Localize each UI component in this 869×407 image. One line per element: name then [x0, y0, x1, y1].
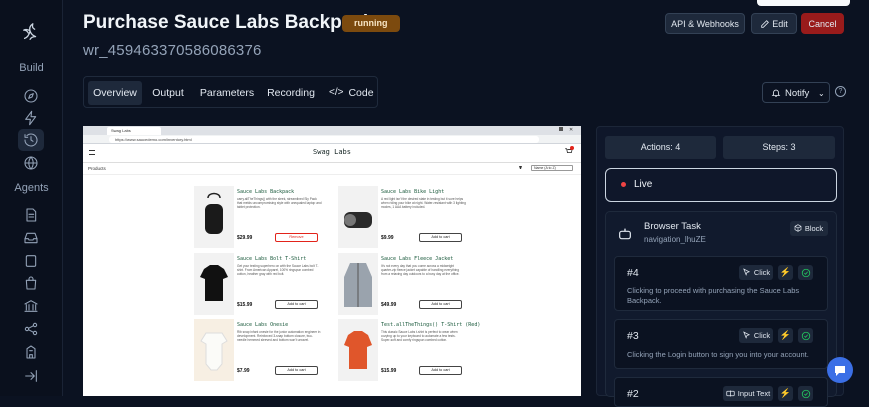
block-button[interactable]: Block	[790, 221, 828, 236]
bank-icon[interactable]	[21, 296, 41, 316]
tab-parameters[interactable]: Parameters	[196, 81, 258, 105]
building-icon[interactable]	[21, 342, 41, 362]
product-card: Sauce Labs Bike Light A red light isn't …	[338, 186, 468, 248]
agents-label: Agents	[14, 182, 49, 194]
product-card: Sauce Labs Bolt T-Shirt Get your testing…	[194, 253, 324, 315]
sidebar: Build Agents	[0, 0, 63, 396]
product-card: Sauce Labs Backpack carry.allTheThings()…	[194, 186, 324, 248]
top-partial-button[interactable]	[757, 0, 850, 6]
actions-count: Actions: 4	[605, 136, 716, 159]
bolt-icon: ⚡	[778, 386, 793, 401]
robot-icon	[617, 226, 633, 242]
fleece-jacket-image	[338, 253, 378, 315]
action-type-badge: Click	[739, 328, 773, 343]
cart-icon	[565, 146, 574, 155]
browser-tab-title: Swag Labs	[111, 128, 131, 133]
action-item[interactable]: #4 Click ⚡ Clicking to proceed with purc…	[614, 256, 828, 311]
bolt-icon: ⚡	[778, 265, 793, 280]
action-type-badge: Click	[739, 265, 773, 280]
api-webhooks-button[interactable]: API & Webhooks	[665, 13, 745, 34]
inbox-icon[interactable]	[21, 228, 41, 248]
block-label: Block	[804, 224, 824, 233]
cursor-icon	[742, 268, 751, 277]
notify-label: Notify	[785, 88, 810, 99]
sort-select: Name (A to Z)	[531, 165, 573, 171]
code-icon: </>	[329, 87, 344, 98]
logo-icon[interactable]	[19, 20, 43, 44]
document-icon[interactable]	[21, 205, 41, 225]
cursor-icon	[742, 331, 751, 340]
notify-dropdown[interactable]: Notify ⌄	[762, 82, 830, 103]
cube-icon	[794, 224, 802, 232]
action-item[interactable]: #2 Input Text ⚡	[614, 377, 828, 407]
bag-icon[interactable]	[21, 273, 41, 293]
timeline-panel: Actions: 4 Steps: 3 Live Browser Task na…	[596, 126, 844, 407]
tab-code-label: Code	[348, 87, 374, 99]
site-title: Swag Labs	[313, 148, 351, 156]
bolt-tshirt-image	[194, 253, 234, 315]
action-number: #3	[627, 330, 639, 342]
tab-overview[interactable]: Overview	[88, 81, 142, 105]
backpack-image	[194, 186, 234, 248]
bolt-icon: ⚡	[778, 328, 793, 343]
task-title: Browser Task	[644, 221, 701, 232]
filter-icon	[519, 166, 522, 170]
check-icon	[798, 386, 813, 401]
live-item[interactable]: Live	[605, 168, 837, 202]
collapse-icon[interactable]	[21, 366, 41, 386]
compass-icon[interactable]	[21, 86, 41, 106]
page-title: Purchase Sauce Labs Backpack	[83, 12, 374, 33]
input-text-icon	[726, 389, 735, 398]
product-card: Sauce Labs Onesie Rib snap infant onesie…	[194, 319, 324, 381]
help-icon[interactable]: ?	[835, 86, 846, 97]
chat-launcher-button[interactable]	[827, 357, 853, 383]
check-icon	[798, 328, 813, 343]
edit-label: Edit	[772, 19, 788, 29]
product-card: Test.allTheThings() T-Shirt (Red) This c…	[338, 319, 480, 381]
run-id: wr_459463370586086376	[83, 42, 262, 59]
red-tshirt-image	[338, 319, 378, 381]
browser-address-bar: https://www.saucedemo.com/inventory.html	[83, 135, 581, 144]
action-number: #2	[627, 388, 639, 400]
browser-screenshot: Swag Labs ✕ https://www.saucedemo.com/in…	[83, 126, 581, 396]
task-subtitle: navigation_lhuZE	[644, 235, 706, 244]
browser-task-block: Browser Task navigation_lhuZE Block #4 C…	[605, 211, 837, 407]
chevron-down-icon: ⌄	[818, 89, 825, 98]
square-icon[interactable]	[21, 251, 41, 271]
browser-tab-strip: Swag Labs ✕	[83, 126, 581, 135]
status-badge: running	[342, 15, 400, 32]
live-label: Live	[634, 179, 653, 190]
cancel-button[interactable]: Cancel	[801, 13, 844, 34]
edit-button[interactable]: Edit	[751, 13, 797, 34]
steps-count: Steps: 3	[723, 136, 835, 159]
share-icon[interactable]	[21, 319, 41, 339]
bell-icon	[771, 88, 781, 98]
live-dot-icon	[621, 182, 626, 187]
action-description: Clicking to proceed with purchasing the …	[627, 286, 800, 305]
product-card: Sauce Labs Fleece Jacket It's not every …	[338, 253, 468, 315]
tab-recording[interactable]: Recording	[263, 81, 319, 105]
tab-bar: Overview Output Parameters Recording </>…	[83, 76, 378, 108]
globe-icon[interactable]	[21, 153, 41, 173]
bike-light-image	[338, 186, 378, 248]
action-item[interactable]: #3 Click ⚡ Clicking the Login button to …	[614, 319, 828, 369]
tab-code[interactable]: </> Code	[324, 81, 374, 105]
products-label: Products	[88, 166, 106, 171]
browser-close-icon: ✕	[569, 127, 574, 133]
action-number: #4	[627, 267, 639, 279]
edit-icon	[760, 19, 770, 29]
action-type-badge: Input Text	[723, 386, 773, 401]
onesie-image	[194, 319, 234, 381]
action-description: Clicking the Login button to sign you in…	[627, 350, 809, 359]
history-icon[interactable]	[18, 129, 44, 151]
bolt-icon[interactable]	[21, 108, 41, 128]
tab-output[interactable]: Output	[146, 81, 190, 105]
check-icon	[798, 265, 813, 280]
browser-url: https://www.saucedemo.com/inventory.html	[115, 137, 192, 142]
build-label: Build	[19, 62, 44, 74]
